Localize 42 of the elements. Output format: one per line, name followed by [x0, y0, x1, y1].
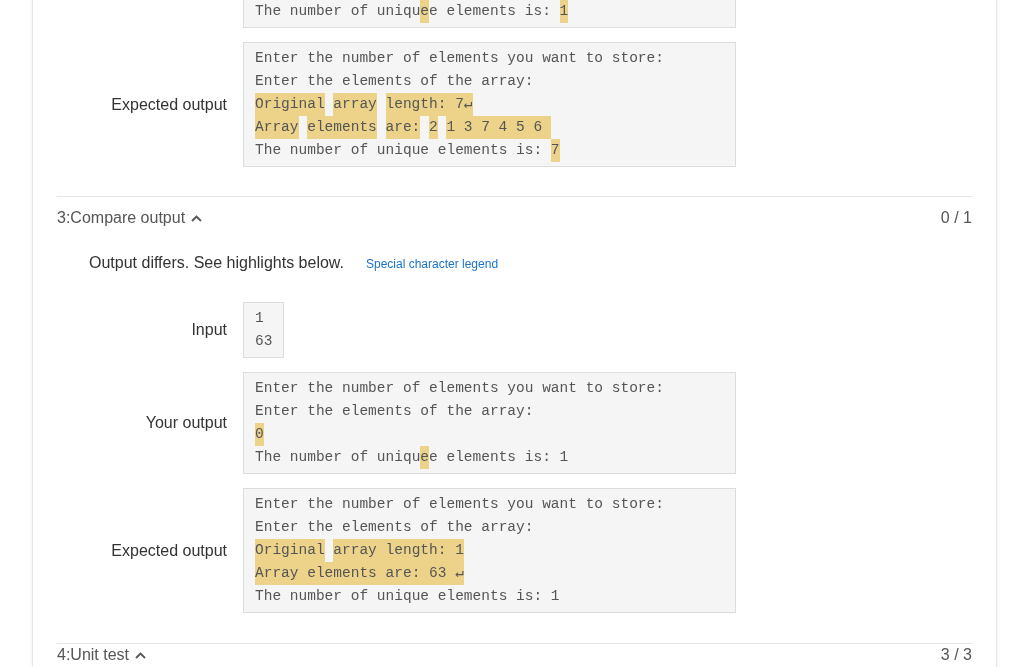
- output-text: 1: [255, 309, 264, 328]
- row-label: Your output: [145, 414, 227, 432]
- diff-message: Output differs. See highlights below.: [89, 254, 344, 272]
- diff-highlight: Array elements are: 63 ↵: [255, 562, 464, 585]
- output-text: Enter the number of elements you want to store:: [255, 495, 664, 514]
- output-text: Enter the number of elements you want to store:: [255, 379, 664, 398]
- diff-highlight: 1 3 7 4 5 6: [446, 116, 551, 139]
- test-title[interactable]: 3:Compare output: [57, 209, 203, 227]
- chevron-icon[interactable]: [191, 214, 203, 222]
- diff-highlight: 2: [429, 116, 438, 139]
- diff-highlight: Original: [255, 93, 325, 116]
- diff-highlight: array: [333, 93, 377, 116]
- diff-highlight: e: [420, 0, 430, 23]
- output-text: Enter the elements of the array:: [255, 402, 534, 421]
- diff-highlight: array length: 1: [333, 539, 464, 562]
- output-text: Enter the elements of the array:: [255, 518, 534, 537]
- output-text: The number of uniqu: [255, 448, 421, 467]
- output-text: The number of unique elements is: 1: [255, 587, 560, 606]
- diff-highlight: Original: [255, 539, 325, 562]
- diff-highlight: elements: [307, 116, 377, 139]
- diff-highlight: 7: [550, 139, 560, 162]
- diff-highlight: 1: [559, 0, 569, 23]
- diff-highlight: Array: [255, 116, 299, 139]
- output-text: The number of unique elements is:: [255, 141, 544, 160]
- output-text: Enter the number of elements you want to store:: [255, 49, 664, 68]
- output-text: The number of uniqu: [255, 2, 421, 21]
- diff-highlight: e: [420, 446, 430, 469]
- row-label: Input: [191, 321, 227, 339]
- diff-highlight: length: 7↵: [385, 93, 473, 116]
- row-label: Expected output: [111, 541, 227, 560]
- test-score: 3 / 3: [940, 646, 972, 664]
- output-text: e elements is: 1: [429, 448, 569, 467]
- output-text: e elements is:: [429, 2, 552, 21]
- chevron-icon[interactable]: [135, 651, 147, 659]
- test-score: 0 / 1: [940, 209, 972, 227]
- diff-highlight: are:: [385, 116, 421, 139]
- output-text: 63: [255, 332, 273, 351]
- output-text: Enter the elements of the array:: [255, 72, 534, 91]
- row-label: Expected output: [111, 95, 227, 114]
- legend-link[interactable]: Special character legend: [366, 257, 499, 271]
- test-title[interactable]: 4:Unit test: [57, 646, 147, 664]
- diff-highlight: 0: [255, 423, 264, 446]
